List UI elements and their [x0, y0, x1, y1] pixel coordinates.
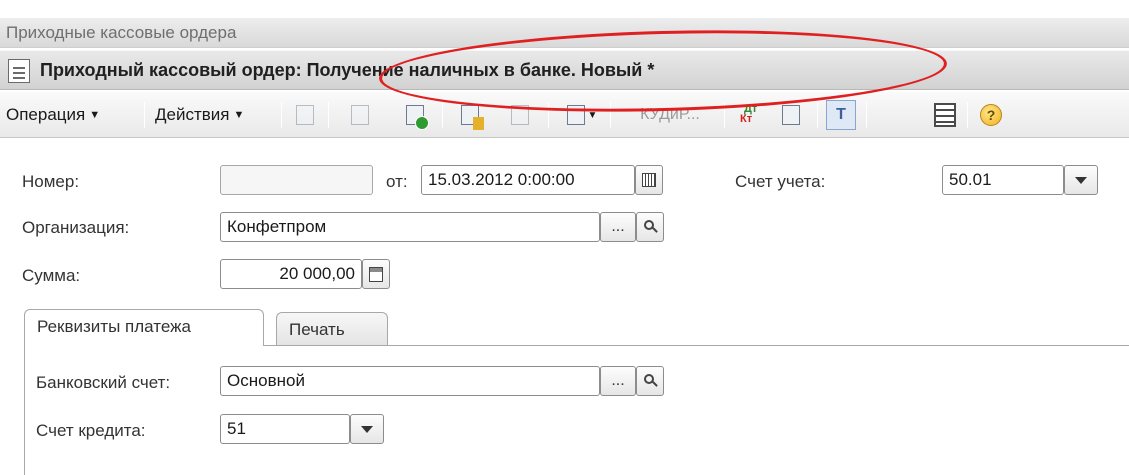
window-title: Приходные кассовые ордера [6, 23, 237, 42]
toolbar: Операция ▼ Действия ▼ ▼ КУДиР... Дт Кт T… [0, 92, 1129, 138]
copy-document-button[interactable] [400, 100, 430, 130]
structure-icon [934, 103, 956, 127]
tab-print[interactable]: Печать [276, 312, 388, 345]
number-label: Номер: [22, 172, 80, 191]
magnifier-icon [644, 220, 654, 230]
based-on-menu-button[interactable]: ▼ [560, 100, 604, 130]
window-title-bar: Приходные кассовые ордера [0, 18, 1129, 48]
filter-icon: T [836, 106, 846, 123]
structure-button[interactable] [930, 100, 960, 130]
date-prefix-label: от: [386, 172, 408, 191]
number-field[interactable] [220, 165, 373, 195]
report-button[interactable] [776, 100, 806, 130]
credit-account-dropdown-button[interactable] [350, 414, 384, 444]
toolbar-separator [281, 102, 282, 128]
credit-account-label: Счет кредита: [36, 421, 146, 440]
ellipsis-label: ... [611, 218, 625, 235]
report-icon [782, 105, 800, 125]
organization-open-button[interactable] [636, 212, 664, 242]
amount-label: Сумма: [22, 266, 81, 285]
operation-menu-label: Операция [6, 105, 86, 124]
organization-field[interactable]: Конфетпром [220, 212, 600, 242]
document-icon [8, 59, 30, 83]
post-document-button[interactable] [455, 100, 485, 130]
filter-button[interactable]: T [826, 100, 856, 130]
chevron-down-icon [1075, 176, 1087, 184]
bank-account-select-button[interactable]: ... [600, 366, 636, 396]
refresh-button[interactable] [345, 100, 375, 130]
refresh-icon [351, 105, 369, 125]
toolbar-separator [610, 102, 611, 128]
toolbar-separator [442, 102, 443, 128]
kudir-button[interactable]: КУДиР... [620, 100, 720, 130]
calculator-icon [369, 266, 383, 282]
move-next-button[interactable] [290, 100, 320, 130]
document-header: Приходный кассовый ордер: Получение нали… [0, 50, 1129, 90]
date-field[interactable]: 15.03.2012 0:00:00 [421, 165, 635, 195]
copy-add-icon [406, 105, 429, 130]
ellipsis-label: ... [611, 372, 625, 389]
toolbar-separator [548, 102, 549, 128]
operation-menu[interactable]: Операция ▼ [6, 101, 100, 129]
actions-menu-label: Действия [155, 105, 230, 124]
unpost-document-button[interactable] [505, 100, 535, 130]
calendar-icon [642, 173, 656, 187]
unpost-document-icon [511, 105, 529, 125]
calendar-button[interactable] [635, 165, 663, 195]
toolbar-separator [817, 102, 818, 128]
kudir-label: КУДиР... [640, 106, 700, 123]
bank-account-label: Банковский счет: [36, 373, 171, 392]
magnifier-icon [644, 374, 654, 384]
credit-label: Кт [740, 113, 753, 125]
toolbar-separator [724, 102, 725, 128]
organization-select-button[interactable]: ... [600, 212, 636, 242]
account-field[interactable]: 50.01 [942, 165, 1064, 195]
chevron-down-icon [361, 425, 373, 433]
amount-field[interactable]: 20 000,00 [220, 259, 362, 289]
help-button[interactable]: ? [976, 100, 1006, 130]
document-title: Приходный кассовый ордер: Получение нали… [40, 60, 655, 80]
tab-payment-details[interactable]: Реквизиты платежа [24, 309, 264, 346]
toolbar-separator [328, 102, 329, 128]
toolbar-separator [967, 102, 968, 128]
help-icon: ? [980, 104, 1002, 126]
chevron-down-icon: ▼ [587, 109, 598, 121]
account-label: Счет учета: [735, 172, 826, 191]
account-dropdown-button[interactable] [1064, 165, 1098, 195]
calculator-button[interactable] [362, 259, 390, 289]
bank-account-field[interactable]: Основной [220, 366, 600, 396]
document-form-window: Приходные кассовые ордера Приходный касс… [0, 0, 1129, 475]
post-document-icon [461, 105, 484, 130]
bank-account-open-button[interactable] [636, 366, 664, 396]
toolbar-separator [144, 102, 145, 128]
toolbar-separator [866, 102, 867, 128]
debit-credit-icon: Дт Кт [740, 103, 762, 127]
organization-label: Организация: [22, 218, 130, 237]
arrow-document-icon [296, 105, 314, 125]
tab-panel [24, 345, 1129, 475]
chevron-down-icon: ▼ [233, 109, 245, 121]
chevron-down-icon: ▼ [89, 109, 101, 121]
actions-menu[interactable]: Действия ▼ [155, 101, 244, 129]
based-on-icon [566, 105, 585, 125]
dt-kt-button[interactable]: Дт Кт [736, 100, 766, 130]
credit-account-field[interactable]: 51 [220, 414, 350, 444]
